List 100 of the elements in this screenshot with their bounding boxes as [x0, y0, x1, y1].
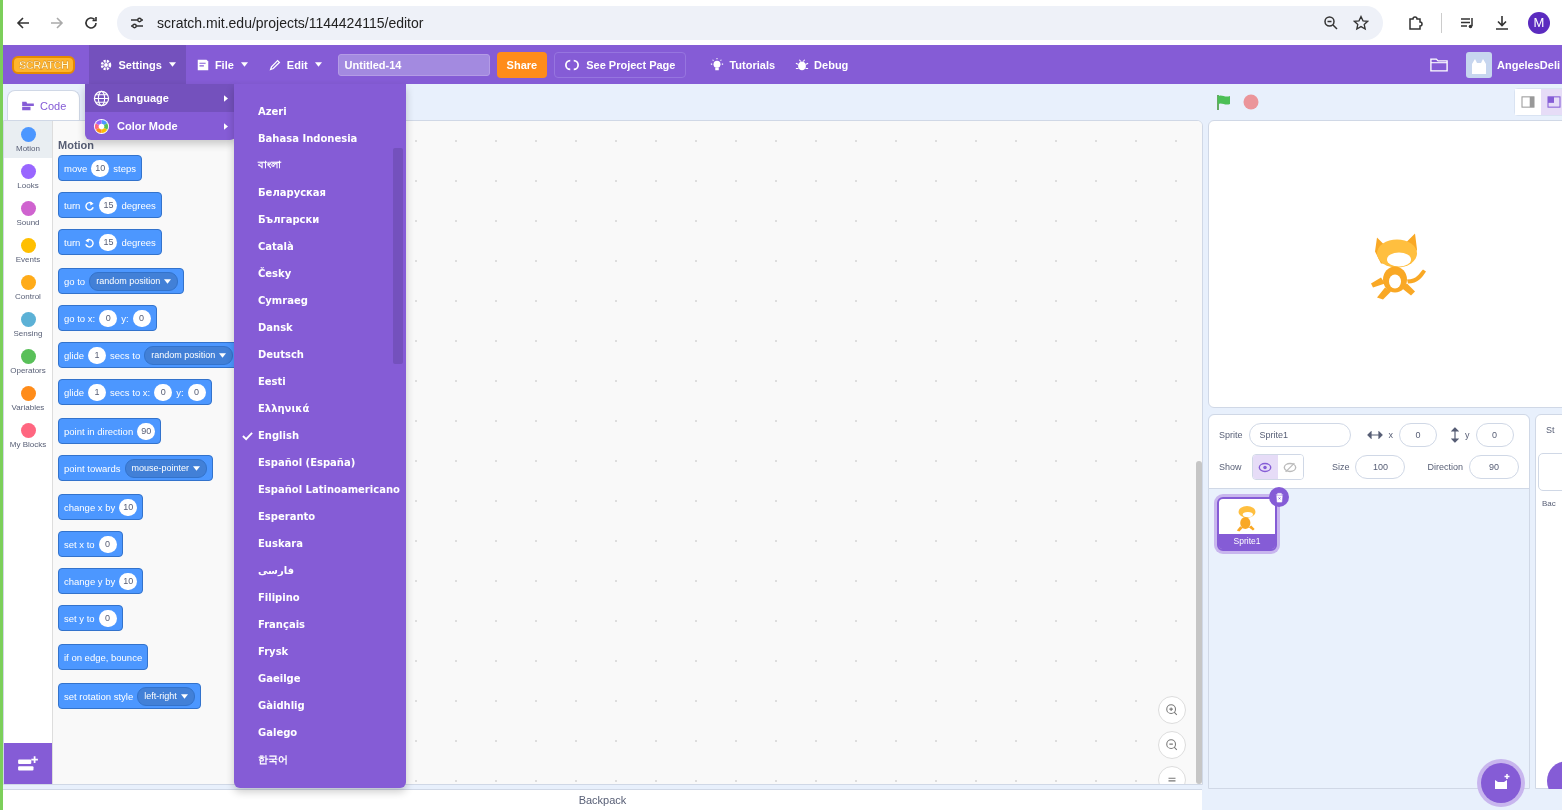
category-item[interactable]: Sensing [4, 306, 52, 343]
number-input[interactable]: 15 [99, 233, 118, 251]
motion-block[interactable]: point towards mouse-pointer [58, 455, 214, 481]
motion-block[interactable]: move 10 steps [58, 155, 142, 181]
language-option[interactable]: Bahasa Indonesia [234, 125, 406, 152]
number-input[interactable]: 0 [98, 535, 117, 553]
motion-block[interactable]: glide 1 secs to random position [58, 342, 235, 368]
sprite-tile[interactable]: Sprite1 [1217, 497, 1277, 551]
category-item[interactable]: Motion [4, 121, 52, 158]
settings-button[interactable]: Settings [89, 45, 186, 84]
settings-menu-item[interactable]: Language [85, 84, 236, 112]
profile-avatar[interactable]: M [1528, 11, 1550, 34]
edit-button[interactable]: Edit [257, 45, 332, 84]
number-input[interactable]: 1 [88, 346, 107, 364]
motion-block[interactable]: change y by 10 [58, 568, 144, 594]
language-option[interactable]: فارسی [234, 557, 406, 584]
number-input[interactable]: 90 [137, 422, 156, 440]
stage-tab[interactable]: St [1546, 425, 1555, 435]
project-title-field[interactable]: Untitled-14 [337, 53, 490, 76]
normal-stage-button[interactable] [1541, 89, 1562, 115]
back-icon[interactable] [15, 14, 31, 31]
language-option[interactable]: Dansk [234, 314, 406, 341]
language-option[interactable]: Français [234, 611, 406, 638]
language-option[interactable]: Gaeilge [234, 665, 406, 692]
category-item[interactable]: Events [4, 232, 52, 269]
motion-block[interactable]: set x to 0 [58, 531, 123, 557]
language-option[interactable]: English [234, 422, 406, 449]
number-input[interactable]: 0 [187, 383, 206, 401]
motion-block[interactable]: go to random position [58, 268, 185, 294]
motion-block[interactable]: if on edge, bounce [58, 644, 149, 670]
sprite-name-field[interactable]: Sprite1 [1248, 423, 1351, 447]
direction-field[interactable]: 90 [1469, 455, 1519, 479]
number-input[interactable]: 0 [99, 309, 118, 327]
scrollbar[interactable] [393, 148, 403, 364]
language-option[interactable]: Cymraeg [234, 287, 406, 314]
block-dropdown[interactable]: mouse-pointer [124, 458, 208, 478]
language-option[interactable]: Česky [234, 260, 406, 287]
number-input[interactable]: 10 [119, 572, 138, 590]
category-item[interactable]: Sound [4, 195, 52, 232]
category-item[interactable]: My Blocks [4, 417, 52, 454]
address-bar[interactable]: scratch.mit.edu/projects/1144424115/editor [117, 5, 1383, 40]
number-input[interactable]: 10 [119, 498, 138, 516]
block-dropdown[interactable]: left-right [137, 686, 195, 706]
star-icon[interactable] [1353, 14, 1369, 31]
language-option[interactable]: Беларуская [234, 179, 406, 206]
category-item[interactable]: Control [4, 269, 52, 306]
motion-block[interactable]: point in direction 90 [58, 418, 162, 444]
scrollbar[interactable] [1196, 461, 1202, 784]
delete-button[interactable] [1269, 487, 1289, 507]
file-button[interactable]: File [185, 45, 258, 84]
language-option[interactable]: Español Latinoamericano [234, 476, 406, 503]
language-option[interactable]: Azeri [234, 98, 406, 125]
block-dropdown[interactable]: random position [144, 345, 234, 365]
add-extension-button[interactable] [4, 743, 52, 784]
puzzle-icon[interactable] [1407, 14, 1423, 31]
see-project-page-button[interactable]: See Project Page [554, 51, 687, 78]
motion-block[interactable]: go to x: 0 y: 0 [58, 305, 157, 331]
language-option[interactable]: Español (España) [234, 449, 406, 476]
motion-block[interactable]: change x by 10 [58, 494, 144, 520]
number-input[interactable]: 10 [91, 159, 110, 177]
language-option[interactable]: Euskara [234, 530, 406, 557]
zoom-out-button[interactable] [1158, 731, 1186, 759]
zoom-out-icon[interactable] [1323, 14, 1339, 31]
flag-icon[interactable] [1215, 93, 1233, 111]
motion-block[interactable]: turn 15 degrees [58, 229, 162, 255]
language-option[interactable]: Frysk [234, 638, 406, 665]
category-item[interactable]: Operators [4, 343, 52, 380]
language-option[interactable]: বাংলা [234, 152, 406, 179]
motion-block[interactable]: glide 1 secs to x: 0 y: 0 [58, 379, 212, 405]
number-input[interactable]: 0 [154, 383, 173, 401]
add-sprite-button[interactable] [1481, 763, 1521, 803]
size-field[interactable]: 100 [1355, 455, 1406, 479]
number-input[interactable]: 1 [88, 383, 107, 401]
zoom-in-button[interactable] [1158, 696, 1186, 724]
x-field[interactable]: 0 [1399, 423, 1437, 447]
language-option[interactable]: Deutsch [234, 341, 406, 368]
settings-menu-item[interactable]: Color Mode [85, 112, 236, 140]
block-dropdown[interactable]: random position [89, 271, 179, 291]
language-option[interactable]: Eesti [234, 368, 406, 395]
show-button[interactable] [1252, 455, 1278, 479]
user-avatar[interactable] [1466, 51, 1493, 78]
category-item[interactable]: Variables [4, 380, 52, 417]
language-option[interactable]: Català [234, 233, 406, 260]
download-icon[interactable] [1494, 14, 1510, 31]
backpack-bar[interactable]: Backpack [3, 789, 1202, 810]
number-input[interactable]: 0 [132, 309, 151, 327]
language-option[interactable]: Galego [234, 719, 406, 746]
debug-button[interactable]: Debug [785, 45, 859, 84]
number-input[interactable]: 15 [99, 196, 118, 214]
small-stage-button[interactable] [1515, 89, 1541, 115]
motion-block[interactable]: set rotation style left-right [58, 683, 201, 709]
motion-block[interactable]: set y to 0 [58, 605, 123, 631]
folder-icon[interactable] [1430, 57, 1449, 72]
language-option[interactable]: 한국어 [234, 746, 406, 773]
number-input[interactable]: 0 [98, 609, 117, 627]
forward-icon[interactable] [49, 14, 65, 31]
reload-icon[interactable] [83, 14, 99, 31]
username[interactable]: AngelesDeli [1497, 58, 1560, 71]
tutorials-button[interactable]: Tutorials [700, 45, 786, 84]
category-item[interactable]: Looks [4, 158, 52, 195]
